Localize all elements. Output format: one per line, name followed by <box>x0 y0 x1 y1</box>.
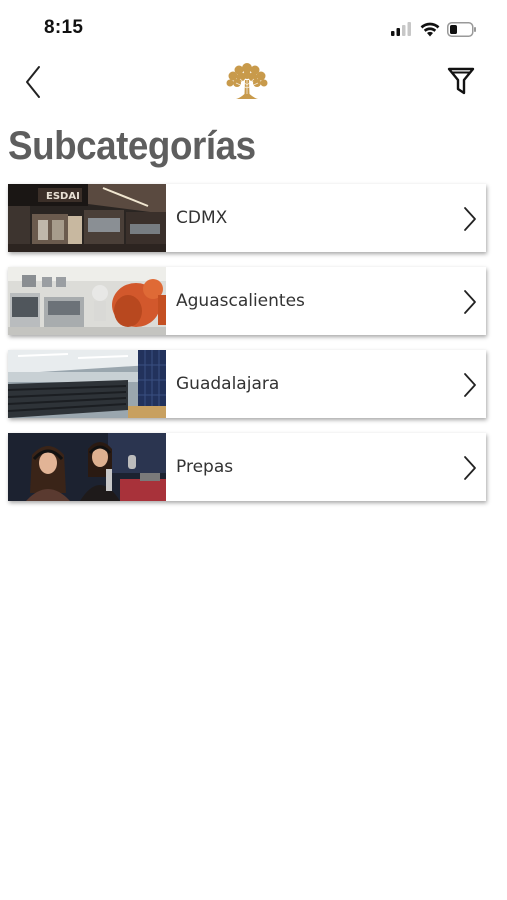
signal-icon <box>391 22 411 36</box>
kitchen-classroom-photo: ESDAI <box>8 184 166 252</box>
tree-logo-icon <box>226 63 268 99</box>
subcategory-item-guadalajara[interactable]: Guadalajara <box>8 350 486 418</box>
subcategory-label: CDMX <box>176 208 228 228</box>
back-button[interactable] <box>18 62 48 102</box>
filter-button[interactable] <box>444 64 478 98</box>
nav-bar <box>0 56 507 108</box>
subcategory-label: Aguascalientes <box>176 291 305 311</box>
subcategory-item-aguascalientes[interactable]: Aguascalientes <box>8 267 486 335</box>
subcategory-list: ESDAI CDMX Aguascalientes Guadalajara Pr… <box>8 184 486 516</box>
wifi-icon <box>420 22 440 36</box>
chevron-right-icon <box>464 373 476 397</box>
subcategory-item-cdmx[interactable]: ESDAI CDMX <box>8 184 486 252</box>
subcategory-label: Prepas <box>176 457 234 477</box>
chevron-left-icon <box>26 66 40 98</box>
auditorium-photo <box>8 350 166 418</box>
chevron-right-icon <box>464 290 476 314</box>
radio-studio-photo <box>8 433 166 501</box>
status-time: 8:15 <box>44 17 84 38</box>
svg-text:ESDAI: ESDAI <box>46 191 80 202</box>
status-icons <box>391 19 477 39</box>
chevron-right-icon <box>464 456 476 480</box>
page-title: Subcategorías <box>8 124 256 168</box>
status-bar: 8:15 <box>0 0 507 56</box>
filter-funnel-icon <box>447 67 475 95</box>
battery-icon <box>447 21 476 37</box>
subcategory-item-prepas[interactable]: Prepas <box>8 433 486 501</box>
subcategory-label: Guadalajara <box>176 374 280 394</box>
robot-arm-lab-photo <box>8 267 166 335</box>
chevron-right-icon <box>464 207 476 231</box>
